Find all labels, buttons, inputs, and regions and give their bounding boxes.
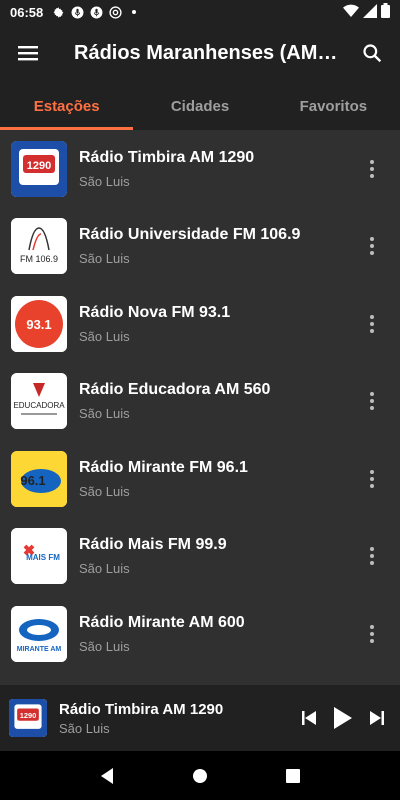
station-name: Rádio Nova FM 93.1 [79,303,231,321]
station-city: São Luis [79,638,130,654]
station-city: São Luis [79,406,130,422]
mais-fm-logo: MAIS FM [11,528,67,585]
station-city: São Luis [79,561,130,577]
station-city: São Luis [79,483,130,499]
tab-favoritos[interactable]: Favoritos [267,82,400,130]
station-name: Rádio Mirante AM 600 [79,613,245,631]
svg-text:93.1: 93.1 [26,317,51,332]
mic-icon-2 [89,5,103,19]
player-subtitle: São Luis [59,720,110,736]
svg-text:MIRANTE AM: MIRANTE AM [17,646,62,653]
station-row[interactable]: MIRANTE AM Rádio Mirante AM 600 São Luis [0,595,400,673]
station-city: São Luis [79,173,130,189]
status-bar: 06:58 [0,0,400,24]
station-row[interactable]: MAIS FM Rádio Mais FM 99.9 São Luis [0,518,400,596]
more-vert-icon[interactable] [348,300,396,348]
more-vert-icon[interactable] [348,610,396,658]
more-vert-icon[interactable] [348,377,396,425]
svg-text:1290: 1290 [27,160,51,172]
settings-icon [51,5,65,19]
station-name: Rádio Mirante FM 96.1 [79,458,248,476]
search-icon[interactable] [344,24,400,82]
svg-text:MAIS FM: MAIS FM [26,553,60,562]
station-row[interactable]: 96.1 Rádio Mirante FM 96.1 São Luis [0,440,400,518]
home-icon[interactable] [176,756,224,796]
back-icon[interactable] [83,756,131,796]
station-row[interactable]: 1290 Rádio Timbira AM 1290 São Luis [0,130,400,208]
dot-icon [127,5,141,19]
app-title: Rádios Maranhenses (AM e FM) [74,41,341,64]
svg-text:1290: 1290 [20,711,37,720]
player-logo: 1290 [9,699,47,737]
play-icon[interactable] [326,694,360,742]
svg-text:96.1: 96.1 [20,473,45,488]
player-title: Rádio Timbira AM 1290 [59,700,224,718]
station-city: São Luis [79,251,130,267]
wifi-icon [343,4,359,21]
station-city: São Luis [79,328,130,344]
more-vert-icon[interactable] [348,222,396,270]
tab-estacoes[interactable]: Estações [0,82,134,130]
nova-logo: 93.1 [11,295,67,352]
menu-icon[interactable] [0,24,56,82]
skip-previous-icon[interactable] [292,694,326,742]
station-name: Rádio Mais FM 99.9 [79,536,227,554]
mini-player[interactable]: 1290 Rádio Timbira AM 1290 São Luis [0,685,400,751]
timbira-logo: 1290 [11,140,67,197]
more-vert-icon[interactable] [348,145,396,193]
station-name: Rádio Educadora AM 560 [79,381,271,399]
more-vert-icon[interactable] [348,532,396,580]
mirante-am-logo: MIRANTE AM [11,605,67,662]
app-bar: Rádios Maranhenses (AM e FM) [0,24,400,82]
battery-icon [381,3,390,21]
svg-text:EDUCADORA: EDUCADORA [13,401,65,410]
at-icon [108,5,122,19]
station-row[interactable]: EDUCADORA Rádio Educadora AM 560 São Lui… [0,363,400,441]
station-name: Rádio Universidade FM 106.9 [79,226,301,244]
system-nav-bar [0,751,400,800]
svg-text:FM 106.9: FM 106.9 [20,254,58,264]
educadora-logo: EDUCADORA [11,373,67,430]
status-time: 06:58 [10,4,44,20]
more-vert-icon[interactable] [348,455,396,503]
station-name: Rádio Timbira AM 1290 [79,148,255,166]
station-list: 1290 Rádio Timbira AM 1290 São Luis FM 1… [0,130,400,685]
tab-bar: Estações Cidades Favoritos [0,82,400,130]
signal-icon [363,3,377,21]
universidade-logo: FM 106.9 [11,218,67,275]
skip-next-icon[interactable] [360,694,394,742]
mic-icon [70,5,84,19]
station-row[interactable]: FM 106.9 Rádio Universidade FM 106.9 São… [0,208,400,286]
station-row[interactable]: 93.1 Rádio Nova FM 93.1 São Luis [0,285,400,363]
tab-cidades[interactable]: Cidades [133,82,266,130]
mirante-fm-logo: 96.1 [11,450,67,507]
recents-icon[interactable] [269,756,317,796]
